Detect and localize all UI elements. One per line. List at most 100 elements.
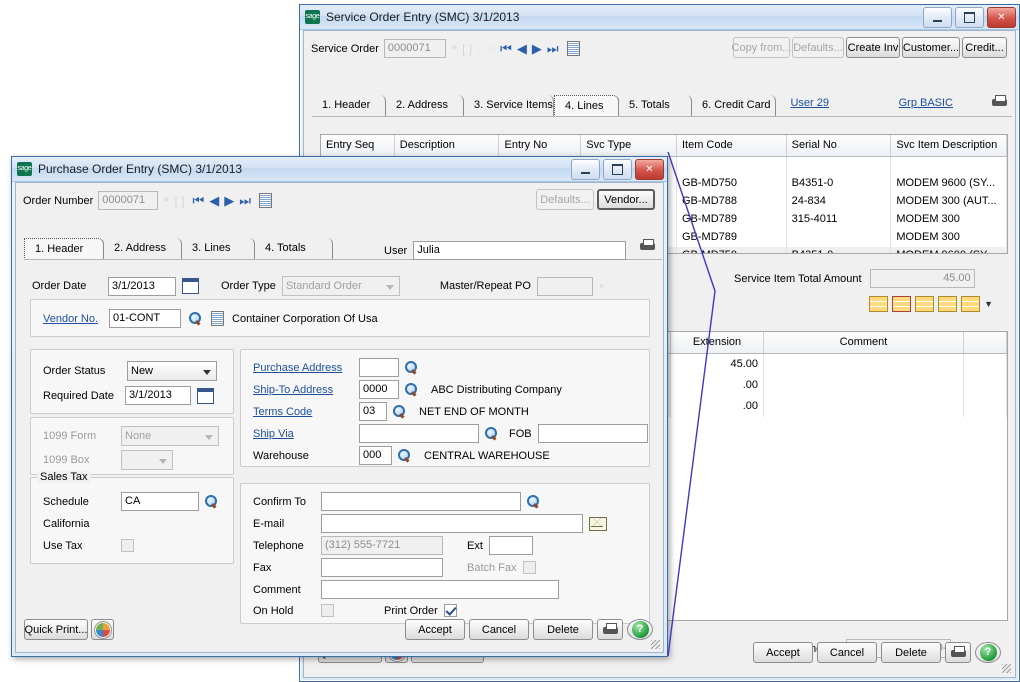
tab-lines[interactable]: 4. Lines [554, 95, 619, 117]
windows-print-icon[interactable] [91, 619, 114, 640]
memo-icon[interactable] [258, 193, 272, 208]
ext-input[interactable] [488, 536, 533, 555]
copy-from-button[interactable]: Copy from... [732, 37, 791, 58]
on-hold-checkbox[interactable] [321, 604, 334, 617]
purchase-order-top-buttons[interactable]: Defaults... Vendor... [536, 189, 655, 210]
ship-to-address-input[interactable]: 0000 [359, 380, 399, 399]
purchase-address-lookup-icon[interactable] [405, 360, 419, 375]
vendor-lookup-icon[interactable] [189, 311, 203, 326]
insert-row-icon[interactable] [869, 296, 889, 312]
required-date-input[interactable]: 3/1/2013 [125, 386, 191, 405]
next-record-icon[interactable]: ▶ [224, 194, 234, 207]
last-record-icon[interactable]: ⏭ [547, 42, 559, 55]
help-icon[interactable]: ? [627, 619, 653, 640]
calendar-icon[interactable] [197, 387, 214, 404]
user-input[interactable]: Julia [413, 241, 627, 260]
minimize-icon[interactable] [923, 7, 952, 28]
delete-row-icon[interactable] [892, 296, 912, 312]
chevron-down-icon[interactable]: ▼ [984, 299, 993, 309]
tab-lines[interactable]: 3. Lines [182, 238, 255, 260]
move-row-down-icon[interactable] [938, 296, 958, 312]
calendar-icon[interactable] [182, 278, 199, 294]
confirm-to-input[interactable] [321, 492, 521, 511]
purchase-order-bottom-right[interactable]: Accept Cancel Delete ? [405, 619, 653, 640]
email-input[interactable] [321, 514, 583, 533]
purchase-order-entry-window[interactable]: sage Purchase Order Entry (SMC) 3/1/2013… [11, 156, 668, 657]
schedule-lookup-icon[interactable] [205, 494, 219, 509]
row-options-icon[interactable] [961, 296, 981, 312]
print-order-checkbox[interactable] [443, 604, 457, 617]
telephone-input[interactable]: (312) 555-7721 [321, 536, 443, 555]
tab-address[interactable]: 2. Address [104, 238, 182, 260]
purchase-order-window-controls[interactable]: ✕ [571, 159, 664, 180]
terms-code-link[interactable]: Terms Code [253, 406, 353, 418]
defaults-button[interactable]: Defaults... [792, 37, 844, 58]
print-icon[interactable] [945, 642, 971, 663]
vendor-no-link[interactable]: Vendor No. [43, 313, 98, 325]
ship-to-lookup-icon[interactable] [405, 382, 419, 397]
printer-select-icon[interactable] [640, 239, 655, 255]
delete-button[interactable]: Delete [881, 642, 941, 663]
ship-via-lookup-icon[interactable] [485, 426, 499, 441]
create-invoice-button[interactable]: Create Inv [846, 37, 900, 58]
ship-via-link[interactable]: Ship Via [253, 428, 353, 440]
tab-service-items[interactable]: 3. Service Items [464, 95, 554, 117]
accept-button[interactable]: Accept [405, 619, 465, 640]
purchase-order-tabs[interactable]: 1. Header 2. Address 3. Lines 4. Totals [24, 237, 333, 260]
ship-to-address-link[interactable]: Ship-To Address [253, 384, 353, 396]
close-icon[interactable]: ✕ [987, 7, 1016, 28]
next-record-icon[interactable]: ▶ [532, 42, 542, 55]
fax-input[interactable] [321, 558, 443, 577]
tab-header[interactable]: 1. Header [312, 95, 386, 117]
warehouse-input[interactable]: 000 [359, 446, 392, 465]
terms-code-lookup-icon[interactable] [393, 404, 407, 419]
tab-address[interactable]: 2. Address [386, 95, 464, 117]
box-1099-select[interactable] [121, 450, 173, 470]
last-record-icon[interactable]: ⏭ [239, 194, 251, 207]
credit-button[interactable]: Credit... [962, 37, 1007, 58]
service-order-top-buttons[interactable]: Copy from... Defaults... Create Inv Cust… [732, 37, 1007, 58]
memo-icon[interactable] [566, 41, 580, 56]
order-status-select[interactable]: New [127, 361, 217, 381]
first-record-icon[interactable]: ⏮ [500, 42, 512, 55]
ship-via-input[interactable] [359, 424, 479, 443]
email-icon[interactable] [589, 516, 607, 531]
lines-right-toolbar[interactable]: ▼ [869, 296, 993, 312]
service-order-number-input[interactable]: 0000071 [383, 39, 446, 58]
close-icon[interactable]: ✕ [635, 159, 664, 180]
cancel-button[interactable]: Cancel [817, 642, 877, 663]
purchase-address-link[interactable]: Purchase Address [253, 362, 353, 374]
service-order-titlebar[interactable]: sage Service Order Entry (SMC) 3/1/2013 … [300, 5, 1019, 30]
customer-button[interactable]: Customer... [902, 37, 960, 58]
purchase-order-titlebar[interactable]: sage Purchase Order Entry (SMC) 3/1/2013… [12, 157, 667, 182]
user-link[interactable]: User 29 [790, 97, 829, 109]
order-number-input[interactable]: 0000071 [98, 191, 159, 210]
use-tax-checkbox[interactable] [121, 539, 134, 552]
service-order-tabs[interactable]: 1. Header 2. Address 3. Service Items 4.… [312, 94, 776, 117]
tab-totals[interactable]: 5. Totals [619, 95, 692, 117]
fob-input[interactable] [537, 424, 648, 443]
comment-input[interactable] [321, 580, 559, 599]
accept-button[interactable]: Accept [753, 642, 813, 663]
terms-code-input[interactable]: 03 [359, 402, 387, 421]
service-order-bottom-right[interactable]: Accept Cancel Delete ? [753, 642, 1001, 663]
quick-print-button[interactable]: Quick Print... [24, 619, 88, 640]
maximize-icon[interactable] [603, 159, 632, 180]
printer-select-icon[interactable] [992, 95, 1007, 111]
resize-grip[interactable] [1002, 664, 1011, 673]
form-1099-select[interactable]: None [121, 426, 219, 446]
vendor-button[interactable]: Vendor... [597, 189, 655, 210]
schedule-input[interactable]: CA [121, 492, 199, 511]
purchase-address-input[interactable] [359, 358, 399, 377]
batch-fax-checkbox[interactable] [522, 561, 536, 574]
warehouse-lookup-icon[interactable] [398, 448, 412, 463]
previous-record-icon[interactable]: ◀ [517, 42, 527, 55]
group-link[interactable]: Grp BASIC [899, 97, 953, 109]
print-icon[interactable] [597, 619, 623, 640]
order-type-select[interactable]: Standard Order [281, 276, 400, 296]
master-repeat-po-input[interactable] [536, 276, 593, 296]
maximize-icon[interactable] [955, 7, 984, 28]
defaults-button[interactable]: Defaults... [536, 189, 594, 210]
tab-totals[interactable]: 4. Totals [255, 238, 333, 260]
delete-button[interactable]: Delete [533, 619, 593, 640]
